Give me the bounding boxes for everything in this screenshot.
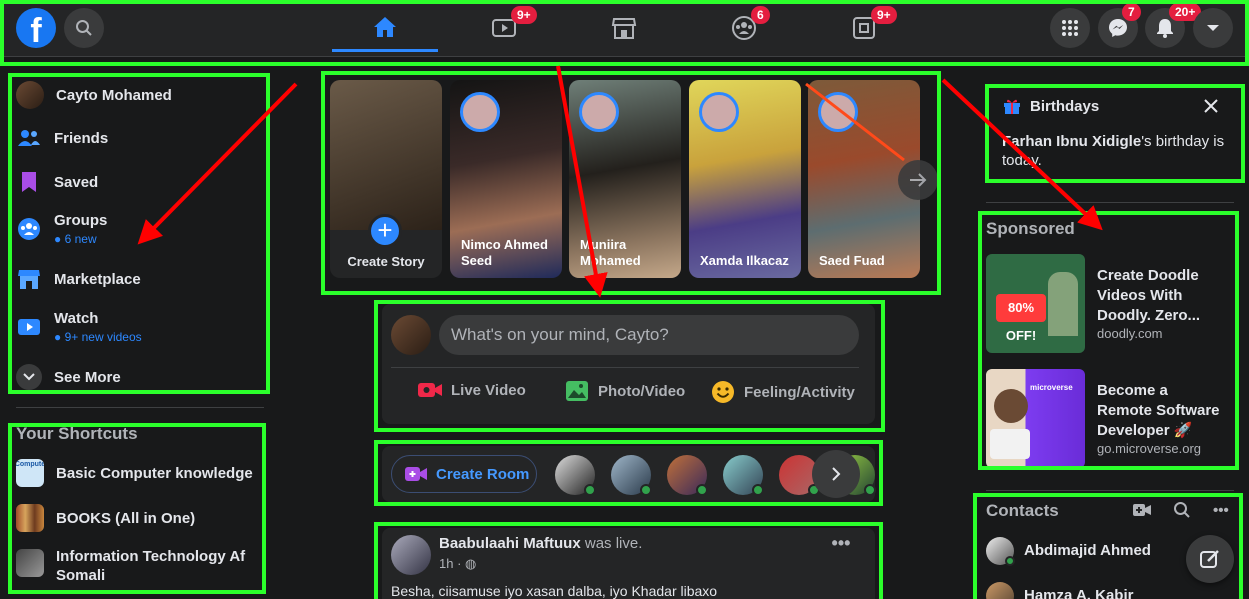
- sidebar-divider: [16, 407, 264, 408]
- annotation-box-shortcuts: [8, 423, 266, 594]
- right-divider: [986, 202, 1234, 203]
- annotation-box-contacts: [973, 493, 1243, 599]
- annotation-box-sponsored: [978, 211, 1239, 470]
- annotation-box-sidebar: [8, 73, 270, 394]
- annotation-box-stories: [321, 71, 941, 295]
- right-divider-2: [986, 490, 1234, 491]
- annotation-box-birthdays: [985, 84, 1245, 183]
- annotation-box-topbar: [0, 0, 1249, 66]
- annotation-box-post: [374, 522, 883, 599]
- annotation-box-rooms: [374, 440, 883, 506]
- annotation-box-composer: [374, 300, 885, 432]
